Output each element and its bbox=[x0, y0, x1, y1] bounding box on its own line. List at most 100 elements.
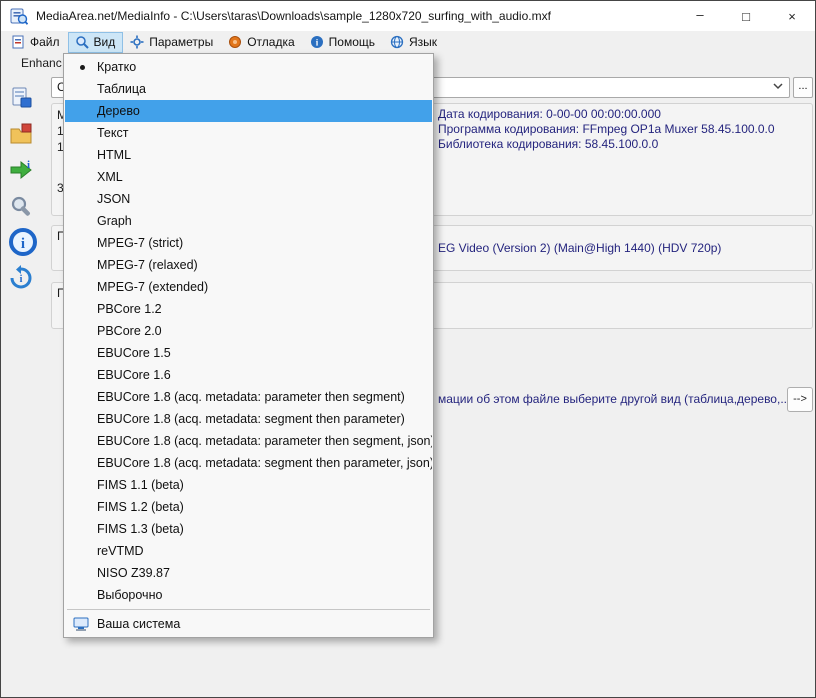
open-folder-icon bbox=[10, 123, 32, 144]
menu-debug-label: Отладка bbox=[247, 35, 295, 49]
menu-item-label: Graph bbox=[97, 214, 132, 228]
menu-language-label: Язык bbox=[409, 35, 438, 49]
export-button[interactable]: i bbox=[8, 157, 34, 188]
menu-item-ebucore18-sp[interactable]: EBUCore 1.8 (acq. metadata: segment then… bbox=[65, 408, 432, 430]
menu-item-niso[interactable]: NISO Z39.87 bbox=[65, 562, 432, 584]
change-view-button[interactable]: --> bbox=[787, 387, 813, 412]
menu-view[interactable]: Вид bbox=[67, 32, 124, 53]
minimize-button[interactable]: – bbox=[677, 1, 723, 31]
menu-item-label: reVTMD bbox=[97, 544, 144, 558]
menu-item-label: NISO Z39.87 bbox=[97, 566, 170, 580]
menu-item-label: Таблица bbox=[97, 82, 147, 96]
menu-item-pbcore12[interactable]: PBCore 1.2 bbox=[65, 298, 432, 320]
update-button[interactable]: i bbox=[8, 265, 34, 296]
menu-item-label: PBCore 1.2 bbox=[97, 302, 162, 316]
menu-item-label: EBUCore 1.8 (acq. metadata: parameter th… bbox=[97, 390, 405, 404]
svg-text:i: i bbox=[21, 236, 25, 252]
menu-item-label: JSON bbox=[97, 192, 131, 206]
menu-item-ebucore18-sp-json[interactable]: EBUCore 1.8 (acq. metadata: segment then… bbox=[65, 452, 432, 474]
menu-item-xml[interactable]: XML bbox=[65, 166, 432, 188]
open-file-button[interactable] bbox=[8, 85, 34, 116]
title-bar: MediaArea.net/MediaInfo - C:\Users\taras… bbox=[1, 1, 815, 32]
menu-item-fims13[interactable]: FIMS 1.3 (beta) bbox=[65, 518, 432, 540]
menu-item-label: Текст bbox=[97, 126, 129, 140]
menu-item-ebucore18-ps[interactable]: EBUCore 1.8 (acq. metadata: parameter th… bbox=[65, 386, 432, 408]
menu-item-label: EBUCore 1.8 (acq. metadata: segment then… bbox=[97, 456, 432, 470]
menu-item-ebucore18-ps-json[interactable]: EBUCore 1.8 (acq. metadata: parameter th… bbox=[65, 430, 432, 452]
update-refresh-icon: i bbox=[10, 265, 32, 289]
menu-item-label: FIMS 1.1 (beta) bbox=[97, 478, 184, 492]
menu-item-label: FIMS 1.2 (beta) bbox=[97, 500, 184, 514]
mediainfo-window: MediaArea.net/MediaInfo - C:\Users\taras… bbox=[0, 0, 816, 698]
menu-file-label: Файл bbox=[30, 35, 60, 49]
menu-options[interactable]: Параметры bbox=[123, 32, 221, 53]
menu-options-label: Параметры bbox=[149, 35, 214, 49]
menu-language[interactable]: Язык bbox=[383, 32, 445, 53]
menu-item-ebucore16[interactable]: EBUCore 1.6 bbox=[65, 364, 432, 386]
menu-item-ebucore15[interactable]: EBUCore 1.5 bbox=[65, 342, 432, 364]
close-button[interactable]: × bbox=[769, 1, 815, 31]
browse-button[interactable]: ... bbox=[793, 77, 813, 98]
language-menu-icon bbox=[390, 35, 404, 49]
menu-item-revtmd[interactable]: reVTMD bbox=[65, 540, 432, 562]
menu-item-text[interactable]: Текст bbox=[65, 122, 432, 144]
menu-item-tree[interactable]: Дерево bbox=[65, 100, 432, 122]
menu-item-fims12[interactable]: FIMS 1.2 (beta) bbox=[65, 496, 432, 518]
menu-item-label: Дерево bbox=[97, 104, 140, 118]
menu-item-mpeg7-extended[interactable]: MPEG-7 (extended) bbox=[65, 276, 432, 298]
file-menu-icon bbox=[12, 35, 24, 49]
info-circle-icon: i bbox=[9, 228, 37, 256]
menu-item-mpeg7-strict[interactable]: MPEG-7 (strict) bbox=[65, 232, 432, 254]
menu-item-label: XML bbox=[97, 170, 123, 184]
open-folder-button[interactable] bbox=[8, 121, 34, 152]
encoded-date-text: Дата кодирования: 0-00-00 00:00:00.000 bbox=[438, 107, 661, 121]
menu-item-your-system[interactable]: Ваша система bbox=[65, 613, 432, 635]
menu-item-fims11[interactable]: FIMS 1.1 (beta) bbox=[65, 474, 432, 496]
menu-separator bbox=[67, 609, 430, 610]
view-menu-icon bbox=[75, 36, 89, 49]
about-button[interactable]: i bbox=[8, 227, 38, 262]
svg-text:i: i bbox=[20, 274, 23, 285]
encoded-library-text: Библиотека кодирования: 58.45.100.0.0 bbox=[438, 137, 659, 151]
menu-view-label: Вид bbox=[93, 35, 116, 49]
menu-item-html[interactable]: HTML bbox=[65, 144, 432, 166]
maximize-button[interactable]: □ bbox=[723, 1, 769, 31]
help-menu-icon: i bbox=[310, 36, 323, 48]
encoded-application-text: Программа кодирования: FFmpeg OP1a Muxer… bbox=[438, 122, 775, 136]
menu-help-label: Помощь bbox=[328, 35, 375, 49]
menu-item-label: MPEG-7 (strict) bbox=[97, 236, 184, 250]
system-monitor-icon bbox=[73, 617, 89, 631]
menu-item-graph[interactable]: Graph bbox=[65, 210, 432, 232]
menu-item-label: EBUCore 1.5 bbox=[97, 346, 171, 360]
menu-item-label: EBUCore 1.6 bbox=[97, 368, 171, 382]
window-title: MediaArea.net/MediaInfo - C:\Users\taras… bbox=[36, 9, 551, 23]
tools-icon bbox=[11, 196, 30, 216]
menu-item-label: Кратко bbox=[97, 60, 137, 74]
chevron-down-icon[interactable] bbox=[772, 82, 784, 90]
menu-item-label: FIMS 1.3 (beta) bbox=[97, 522, 184, 536]
debug-menu-icon bbox=[229, 36, 242, 48]
menu-item-label: MPEG-7 (extended) bbox=[97, 280, 209, 294]
menu-file[interactable]: Файл bbox=[4, 32, 68, 53]
menu-item-json[interactable]: JSON bbox=[65, 188, 432, 210]
svg-text:i: i bbox=[27, 159, 30, 171]
menu-item-label: EBUCore 1.8 (acq. metadata: segment then… bbox=[97, 412, 405, 426]
menu-help[interactable]: i Помощь bbox=[303, 32, 383, 53]
open-file-icon bbox=[12, 87, 32, 108]
radio-dot-icon bbox=[80, 65, 85, 70]
export-arrow-icon: i bbox=[10, 159, 32, 180]
menu-debug[interactable]: Отладка bbox=[221, 32, 302, 53]
menu-bar: Файл Вид Параметры Отладка i Помощь Язык bbox=[1, 31, 815, 54]
menu-item-mpeg7-relaxed[interactable]: MPEG-7 (relaxed) bbox=[65, 254, 432, 276]
tools-button[interactable] bbox=[8, 193, 34, 224]
hint-text: мации об этом файле выберите другой вид … bbox=[438, 392, 795, 406]
menu-item-brief[interactable]: Кратко bbox=[65, 56, 432, 78]
menu-item-table[interactable]: Таблица bbox=[65, 78, 432, 100]
menu-item-label: EBUCore 1.8 (acq. metadata: parameter th… bbox=[97, 434, 432, 448]
view-menu-popup: Кратко Таблица Дерево Текст HTML XML JSO… bbox=[63, 53, 434, 638]
menu-item-custom[interactable]: Выборочно bbox=[65, 584, 432, 606]
options-menu-icon bbox=[130, 35, 144, 49]
menu-item-label: MPEG-7 (relaxed) bbox=[97, 258, 198, 272]
menu-item-pbcore20[interactable]: PBCore 2.0 bbox=[65, 320, 432, 342]
app-icon bbox=[10, 8, 28, 25]
